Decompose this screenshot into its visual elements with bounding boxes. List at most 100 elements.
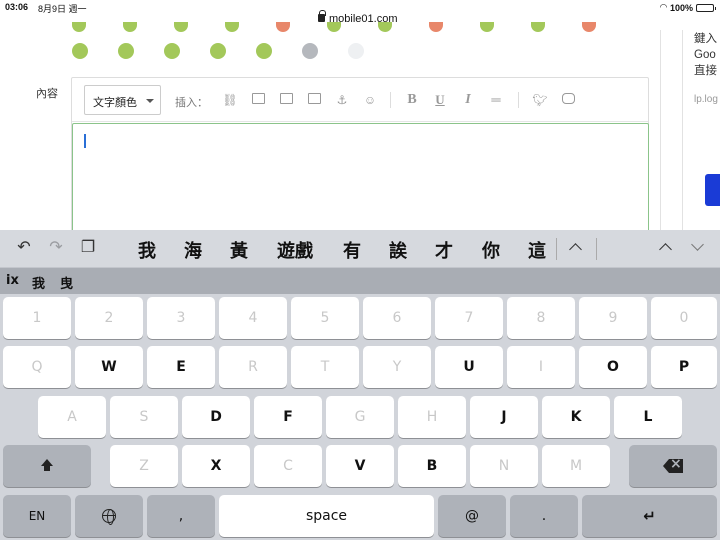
emoji-icon[interactable] [225, 22, 239, 32]
key-u[interactable]: U [435, 346, 503, 388]
globe-key[interactable] [75, 495, 143, 537]
candidate-word[interactable]: 遊戲 [277, 237, 313, 263]
key-7[interactable]: 7 [435, 297, 503, 339]
space-key[interactable]: space [219, 495, 434, 537]
emoji-icon[interactable] [429, 22, 443, 32]
key-m[interactable]: M [542, 445, 610, 487]
candidate-word[interactable]: 才 [435, 237, 453, 263]
emoji-scream-icon[interactable] [210, 40, 256, 62]
candidate-word[interactable]: 有 [343, 237, 361, 263]
candidate-word[interactable]: 這 [528, 237, 546, 263]
key-t[interactable]: T [291, 346, 359, 388]
strikethrough-icon[interactable]: ═ [488, 92, 504, 108]
at-key[interactable]: @ [438, 495, 506, 537]
delete-key[interactable] [629, 445, 717, 487]
key-o[interactable]: O [579, 346, 647, 388]
pinyin-candidate[interactable]: 曳 [60, 273, 73, 292]
bold-icon[interactable]: B [404, 92, 420, 108]
key-3[interactable]: 3 [147, 297, 215, 339]
emoji-icon[interactable] [378, 22, 392, 32]
key-n[interactable]: N [470, 445, 538, 487]
emoji-confused-icon[interactable] [118, 40, 164, 62]
emoji-devil-icon[interactable] [72, 40, 118, 62]
key-r[interactable]: R [219, 346, 287, 388]
dot-key[interactable]: . [510, 495, 578, 537]
key-d[interactable]: D [182, 396, 250, 438]
image-icon[interactable] [250, 92, 266, 108]
key-8[interactable]: 8 [507, 297, 575, 339]
sidebar-link[interactable]: lp.log [694, 94, 720, 105]
emoji-icon[interactable] [480, 22, 494, 32]
candidate-word[interactable]: 黃 [230, 237, 248, 263]
emoji-icon[interactable] [531, 22, 545, 32]
key-6[interactable]: 6 [363, 297, 431, 339]
return-key[interactable]: ↵ [582, 495, 717, 537]
emoji-money-icon[interactable] [256, 40, 302, 62]
chevron-down-icon[interactable] [688, 239, 708, 259]
key-l[interactable]: L [614, 396, 682, 438]
key-p[interactable]: P [651, 346, 717, 388]
emoticon-icon[interactable]: ☺ [362, 92, 378, 108]
key-c[interactable]: C [254, 445, 322, 487]
link-icon[interactable]: ⛓ [222, 92, 238, 108]
language-key[interactable]: EN [3, 495, 71, 537]
emoji-face-icon[interactable] [302, 40, 348, 62]
emoji-icon[interactable] [327, 22, 341, 32]
redo-icon[interactable]: ↷ [46, 238, 66, 258]
key-9[interactable]: 9 [579, 297, 647, 339]
pinyin-candidate[interactable]: 我 [32, 273, 45, 292]
italic-icon[interactable]: I [460, 92, 476, 108]
emoji-icon[interactable] [72, 22, 86, 32]
paste-icon[interactable]: ❐ [78, 238, 98, 258]
comma-key[interactable]: , [147, 495, 215, 537]
key-g[interactable]: G [326, 396, 394, 438]
candidate-word[interactable]: 海 [184, 237, 202, 263]
emoji-icon[interactable] [174, 22, 188, 32]
emoji-icon[interactable] [123, 22, 137, 32]
toolbar-divider [390, 92, 391, 108]
key-2[interactable]: 2 [75, 297, 143, 339]
key-j[interactable]: J [470, 396, 538, 438]
key-q[interactable]: Q [3, 346, 71, 388]
shift-key[interactable] [3, 445, 91, 487]
key-e[interactable]: E [147, 346, 215, 388]
status-time: 03:06 [5, 2, 29, 12]
underline-icon[interactable]: U [432, 92, 448, 108]
gallery-icon[interactable] [278, 92, 294, 108]
emoji-sick-icon[interactable] [164, 40, 210, 62]
key-5[interactable]: 5 [291, 297, 359, 339]
key-a[interactable]: A [38, 396, 106, 438]
chevron-up-icon[interactable] [656, 239, 676, 259]
key-4[interactable]: 4 [219, 297, 287, 339]
key-y[interactable]: Y [363, 346, 431, 388]
candidate-word[interactable]: 我 [138, 237, 156, 263]
key-0[interactable]: 0 [651, 297, 717, 339]
key-b[interactable]: B [398, 445, 466, 487]
sidebar-button[interactable] [705, 174, 720, 206]
text-cursor [84, 134, 86, 148]
pinyin-bar: ix 我 曳 [0, 268, 720, 294]
key-f[interactable]: F [254, 396, 322, 438]
key-h[interactable]: H [398, 396, 466, 438]
chevron-up-icon[interactable] [566, 239, 586, 259]
key-s[interactable]: S [110, 396, 178, 438]
key-z[interactable]: Z [110, 445, 178, 487]
key-1[interactable]: 1 [3, 297, 71, 339]
key-i[interactable]: I [507, 346, 575, 388]
emoji-icon[interactable] [582, 22, 596, 32]
video-icon[interactable] [306, 92, 322, 108]
emoji-ghost-icon[interactable] [348, 40, 394, 62]
key-x[interactable]: X [182, 445, 250, 487]
twitter-icon[interactable]: 🐦︎ [532, 92, 548, 108]
key-v[interactable]: V [326, 445, 394, 487]
candidate-word[interactable]: 誒 [389, 237, 407, 263]
undo-icon[interactable]: ↶ [14, 238, 34, 258]
key-k[interactable]: K [542, 396, 610, 438]
sidebar-line: Goo [694, 49, 716, 61]
anchor-icon[interactable]: ⚓ [334, 92, 350, 108]
candidate-word[interactable]: 你 [482, 237, 500, 263]
instagram-icon[interactable] [560, 92, 576, 108]
emoji-icon[interactable] [276, 22, 290, 32]
key-w[interactable]: W [75, 346, 143, 388]
text-color-select[interactable]: 文字顏色 [84, 85, 161, 115]
